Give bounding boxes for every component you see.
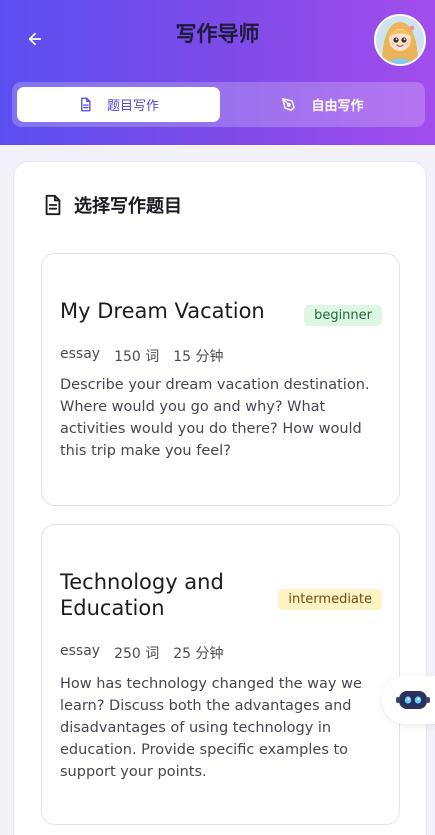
topic-time: 25 分钟 [173,646,224,662]
topic-type: essay [60,643,101,659]
tab-topic-writing-label: 题目写作 [106,99,159,114]
topic-words: 150 词 [114,349,160,365]
avatar[interactable] [374,14,426,66]
topic-title: Technology and Education [60,569,224,621]
level-badge: intermediate [278,589,382,610]
topic-title-line: Education [60,596,165,620]
topic-title: My Dream Vacation [60,299,265,323]
avatar-illustration [376,16,424,64]
app-header: 写作导师 题目写作 自由写作 [0,0,435,145]
topic-time: 15 分钟 [173,349,224,365]
topic-description: How has technology changed the way we le… [60,676,362,780]
topic-card[interactable]: Technology and Education intermediate es… [41,524,400,825]
topic-words: 250 词 [114,646,160,662]
document-icon [45,194,61,216]
mode-tabs: 题目写作 自由写作 [12,82,425,127]
pen-icon [282,98,296,111]
document-icon [81,97,91,112]
page-title: 写作导师 [175,22,260,46]
topic-type: essay [60,346,101,362]
topics-card: 选择写作题目 My Dream Vacation beginner essay … [13,161,427,835]
topic-meta: essay 250 词 25 分钟 [60,643,224,663]
level-badge: beginner [304,305,382,326]
section-title: 选择写作题目 [74,196,182,217]
tab-topic-writing[interactable]: 题目写作 [17,87,220,122]
tab-free-writing[interactable]: 自由写作 [223,87,421,122]
topic-title-line: Technology and [60,570,224,594]
topic-meta: essay 150 词 15 分钟 [60,346,224,366]
robot-icon [396,691,430,709]
tab-free-writing-label: 自由写作 [311,99,364,114]
section-header: 选择写作题目 [42,192,182,218]
assistant-bot-button[interactable] [382,676,435,724]
topic-card[interactable]: My Dream Vacation beginner essay 150 词 1… [41,253,400,506]
topic-description: Describe your dream vacation destination… [60,377,370,459]
